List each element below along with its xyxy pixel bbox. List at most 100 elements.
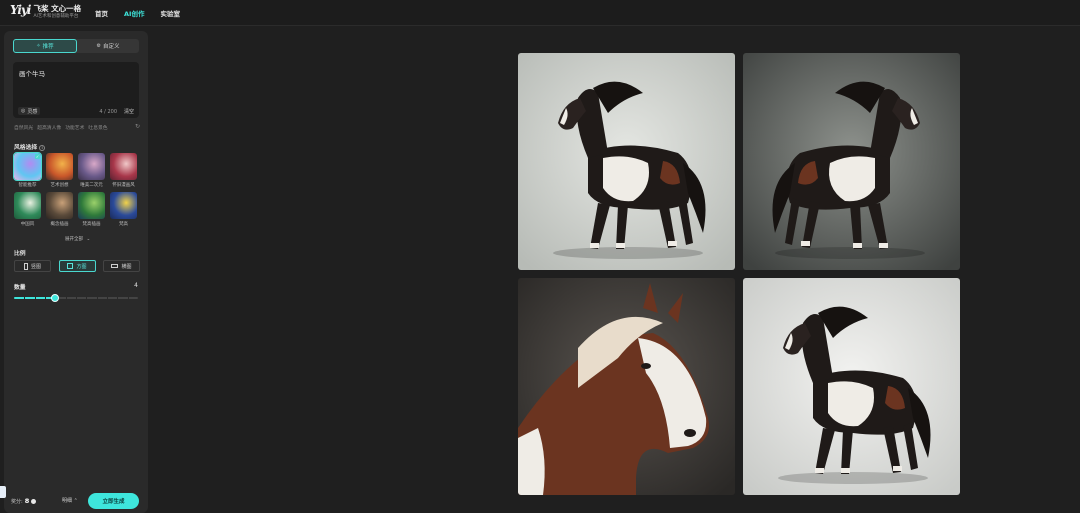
slider-tick xyxy=(45,297,46,299)
ratio-section-label: 比例 xyxy=(14,251,26,257)
style-option[interactable]: 概念插画 xyxy=(46,192,73,227)
tab-recommend[interactable]: ✧ 推荐 xyxy=(13,39,77,53)
ratio-options: 竖图 方图 横图 xyxy=(14,260,140,272)
ratio-square[interactable]: 方图 xyxy=(58,260,96,272)
style-option-label: 怀旧漫画风 xyxy=(112,183,135,188)
style-grid: ✓ 智能推荐 艺术创想 唯美二次元 怀旧漫画风中国风 概念插画 梵高插画 梵高 xyxy=(13,152,140,227)
style-option-label: 中国风 xyxy=(20,222,35,227)
portrait-icon xyxy=(23,262,28,270)
settings-icon: ⚙ xyxy=(96,43,101,49)
suggestion-tag[interactable]: 功能艺术 xyxy=(65,124,84,131)
logo-subtitle: AI艺术和创意辅助平台 xyxy=(33,14,79,19)
info-icon[interactable]: i xyxy=(39,144,46,151)
style-thumbnail[interactable] xyxy=(14,192,41,219)
bulb-icon: ◎ xyxy=(21,108,26,114)
tab-recommend-label: 推荐 xyxy=(42,44,54,50)
ratio-landscape-label: 横图 xyxy=(121,263,132,270)
suggestion-tag[interactable]: 自然风光 xyxy=(14,124,33,131)
creation-panel: ✧ 推荐 ⚙ 自定义 画个牛马 ◎ 灵感 4 / 200 清空 自然风光 超高清… xyxy=(4,31,148,513)
style-thumbnail[interactable] xyxy=(78,153,105,180)
panel-footer: 奖分: 8 明细 ⌃ 立即生成 xyxy=(4,488,148,513)
tab-custom[interactable]: ⚙ 自定义 xyxy=(77,39,139,53)
expand-all-label: 展开全部 xyxy=(65,237,83,242)
style-option-label: 艺术创想 xyxy=(50,183,69,188)
nav-item-home[interactable]: 首页 xyxy=(95,8,108,18)
style-section-title: 风格选择 xyxy=(14,145,38,151)
clear-button[interactable]: 清空 xyxy=(124,108,134,115)
coin-icon xyxy=(31,499,37,504)
slider-tick xyxy=(86,297,87,299)
prompt-input[interactable]: 画个牛马 ◎ 灵感 4 / 200 清空 xyxy=(13,62,139,118)
landscape-icon xyxy=(111,264,119,268)
style-thumbnail[interactable] xyxy=(110,192,137,219)
slider-tick xyxy=(24,297,25,299)
result-image-1[interactable] xyxy=(518,53,735,270)
side-feedback-tab[interactable] xyxy=(0,486,6,498)
style-option[interactable]: 梵高 xyxy=(110,192,137,227)
nav-item-ai-create[interactable]: AI创作 xyxy=(124,8,144,18)
ratio-square-label: 方图 xyxy=(76,263,87,270)
slider-handle[interactable] xyxy=(51,294,59,302)
style-option[interactable]: 中国风 xyxy=(14,192,41,227)
char-counter: 4 / 200 xyxy=(99,109,117,115)
suggestion-tag[interactable]: 超高清人像 xyxy=(37,124,61,131)
result-image-4[interactable] xyxy=(743,278,960,495)
detail-label: 明细 xyxy=(62,498,73,504)
tab-custom-label: 自定义 xyxy=(102,44,120,50)
inspire-label: 灵感 xyxy=(27,108,38,115)
sparkle-icon: ✧ xyxy=(36,43,41,49)
style-thumbnail[interactable] xyxy=(46,192,73,219)
style-option[interactable]: ✓ 智能推荐 xyxy=(13,152,42,188)
slider-tick xyxy=(35,297,36,299)
slider-tick xyxy=(128,297,129,299)
chevron-down-icon: ⌄ xyxy=(86,237,91,242)
style-thumbnail[interactable] xyxy=(110,153,137,180)
ratio-landscape[interactable]: 横图 xyxy=(103,260,140,272)
credit-label: 奖分: xyxy=(11,499,23,505)
style-option-label: 梵高插画 xyxy=(82,222,101,227)
suggestion-tags: 自然风光 超高清人像 功能艺术 吐息景色 ↻ xyxy=(14,123,140,131)
check-icon: ✓ xyxy=(35,154,40,159)
logo-mark: Yiyi xyxy=(10,3,31,17)
main-nav: 首页 AI创作 实验室 xyxy=(95,8,196,18)
credit-value: 8 xyxy=(24,497,30,505)
prompt-text[interactable]: 画个牛马 xyxy=(19,68,45,78)
slider-tick xyxy=(76,297,77,299)
result-image-2[interactable] xyxy=(743,53,960,270)
suggestion-tag[interactable]: 吐息景色 xyxy=(88,124,107,131)
logo[interactable]: Yiyi 飞桨 文心一格 AI艺术和创意辅助平台 xyxy=(10,4,81,20)
style-option[interactable]: 唯美二次元 xyxy=(78,153,105,188)
credit-balance: 奖分: 8 xyxy=(11,497,37,505)
refresh-icon[interactable]: ↻ xyxy=(135,123,140,130)
detail-link[interactable]: 明细 ⌃ xyxy=(62,497,78,504)
generate-button[interactable]: 立即生成 xyxy=(88,493,139,509)
slider-tick xyxy=(66,297,67,299)
logo-title: 飞桨 文心一格 xyxy=(33,4,82,13)
style-option-label: 智能推荐 xyxy=(18,183,37,188)
style-section-label: 风格选择 i xyxy=(14,142,46,151)
style-option-label: 梵高 xyxy=(119,222,128,227)
expand-all-button[interactable]: 展开全部 ⌄ xyxy=(65,236,90,242)
style-thumbnail[interactable] xyxy=(46,153,73,180)
style-option-label: 唯美二次元 xyxy=(80,183,103,188)
top-bar: Yiyi 飞桨 文心一格 AI艺术和创意辅助平台 首页 AI创作 实验室 xyxy=(0,0,1080,26)
style-option[interactable]: 梵高插画 xyxy=(78,192,105,227)
quantity-slider[interactable] xyxy=(14,294,138,302)
square-icon xyxy=(67,263,74,269)
style-thumbnail[interactable] xyxy=(78,192,105,219)
ratio-portrait-label: 竖图 xyxy=(30,263,41,270)
slider-tick xyxy=(97,297,98,299)
style-option[interactable]: 怀旧漫画风 xyxy=(110,153,137,188)
quantity-section-label: 数量 xyxy=(14,285,26,291)
quantity-value: 4 xyxy=(134,282,138,289)
style-option[interactable]: 艺术创想 xyxy=(46,153,73,188)
result-image-3[interactable] xyxy=(518,278,735,495)
style-thumbnail[interactable]: ✓ xyxy=(13,152,42,181)
ratio-portrait[interactable]: 竖图 xyxy=(14,260,51,272)
inspire-button[interactable]: ◎ 灵感 xyxy=(18,107,41,115)
nav-item-lab[interactable]: 实验室 xyxy=(160,8,180,18)
slider-tick xyxy=(117,297,118,299)
slider-tick xyxy=(107,297,108,299)
style-option-label: 概念插画 xyxy=(50,222,69,227)
mode-switch: ✧ 推荐 ⚙ 自定义 xyxy=(13,39,139,53)
